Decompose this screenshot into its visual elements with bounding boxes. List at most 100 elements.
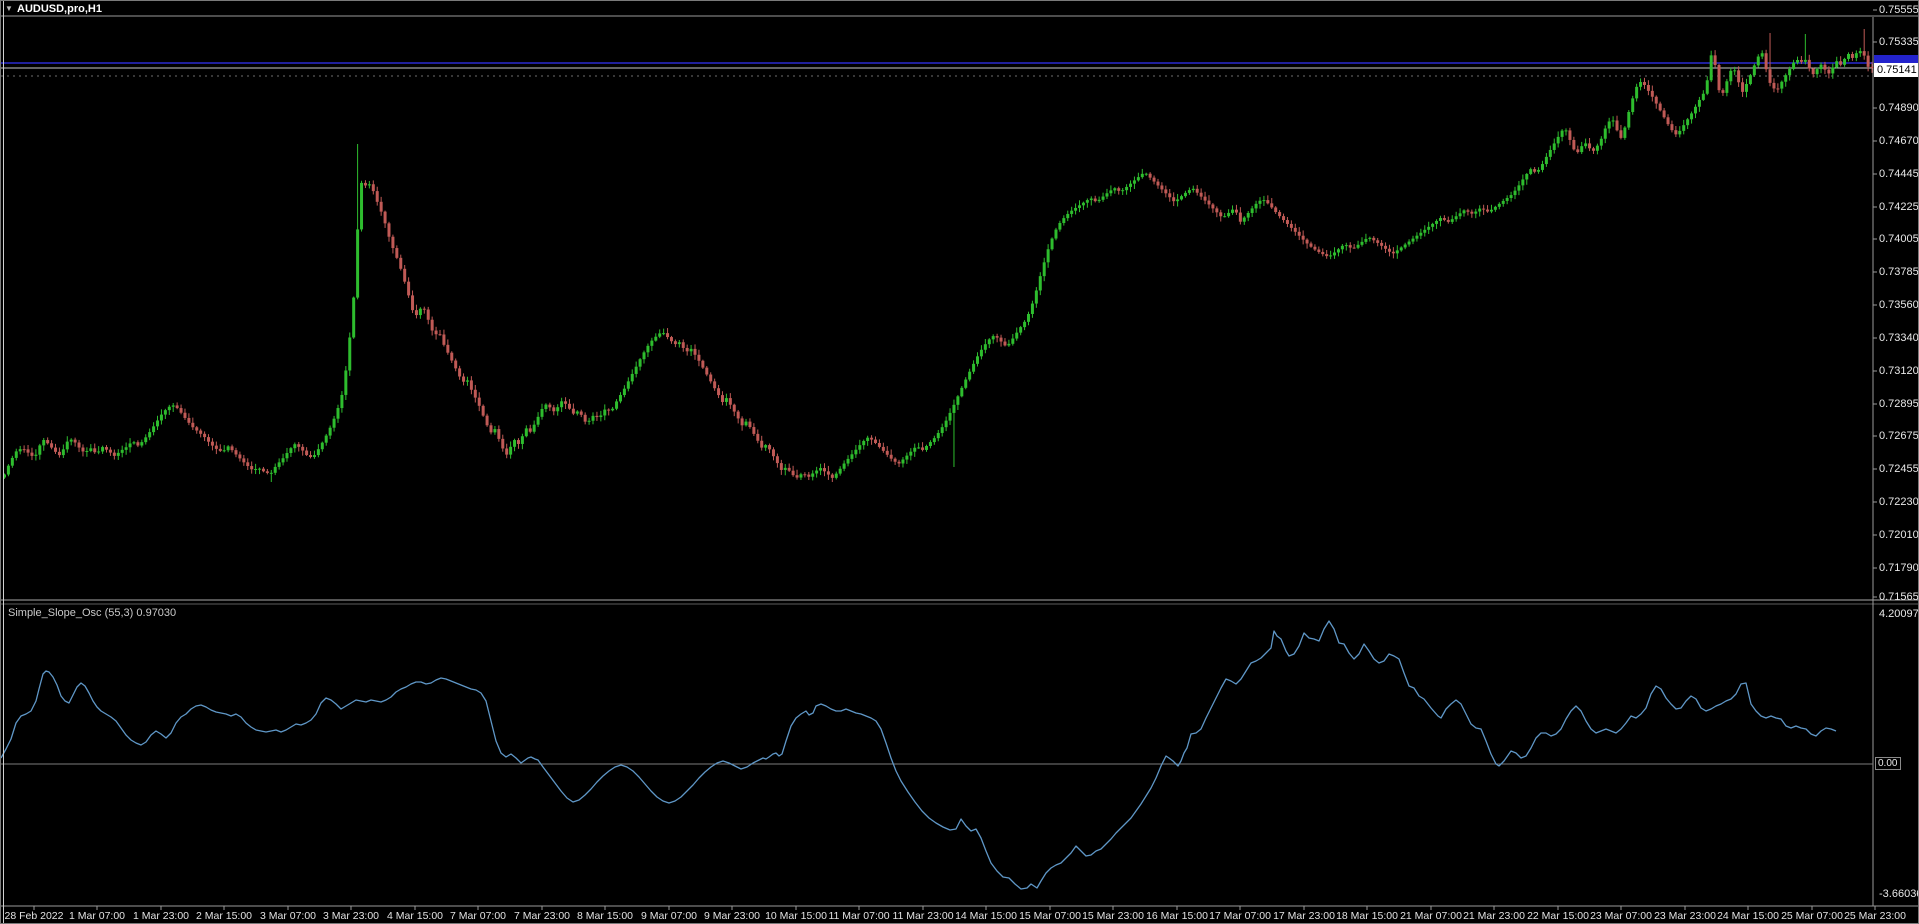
- candle-body: [1545, 157, 1548, 164]
- candle-body: [1294, 228, 1297, 232]
- candle-body: [1619, 130, 1622, 138]
- candle-body: [1364, 239, 1367, 242]
- candle-body: [588, 421, 591, 422]
- candle-body: [1655, 97, 1658, 104]
- candle-body: [19, 449, 22, 451]
- candle-body: [595, 416, 598, 417]
- candle-body: [874, 440, 877, 443]
- candle-body: [1054, 230, 1057, 239]
- candle-body: [1788, 69, 1791, 75]
- candle-body: [956, 396, 959, 405]
- candle-body: [1517, 185, 1520, 190]
- price-axis-label: 0.72895: [1879, 398, 1919, 410]
- candle-body: [1568, 130, 1571, 140]
- candle-body: [258, 469, 261, 470]
- time-axis-label: 11 Mar 23:00: [892, 910, 953, 922]
- candle-body: [929, 442, 932, 446]
- candle-body: [901, 460, 904, 464]
- candle-body: [1129, 184, 1132, 187]
- candle-body: [27, 449, 30, 452]
- candle-body: [686, 348, 689, 351]
- candle-body: [156, 420, 159, 426]
- candle-body: [894, 459, 897, 462]
- candle-body: [796, 475, 799, 477]
- candle-body: [1023, 322, 1026, 327]
- candle-body: [81, 448, 84, 452]
- candle-body: [117, 453, 120, 456]
- candle-body: [1706, 80, 1709, 93]
- candle-body: [1207, 201, 1210, 205]
- candle-body: [1592, 148, 1595, 150]
- candle-body: [1631, 98, 1634, 112]
- candle-body: [776, 456, 779, 463]
- candle-body: [1718, 65, 1721, 90]
- candle-body: [140, 442, 143, 445]
- candle-body: [745, 422, 748, 426]
- candle-body: [254, 469, 257, 470]
- candle-body: [945, 421, 948, 428]
- chevron-down-icon[interactable]: ▼: [5, 4, 13, 13]
- candle-body: [1702, 94, 1705, 100]
- candle-body: [1549, 150, 1552, 157]
- candle-body: [1647, 85, 1650, 91]
- oscillator-max-label: 4.20097: [1879, 608, 1919, 620]
- candle-body: [1286, 220, 1289, 224]
- candle-body: [1003, 342, 1006, 346]
- candle-body: [1714, 55, 1717, 65]
- candle-body: [572, 409, 575, 414]
- candle-body: [1863, 51, 1866, 55]
- candle-body: [1149, 174, 1152, 178]
- candle-body: [403, 269, 406, 282]
- candle-body: [407, 282, 410, 296]
- candle-body: [1827, 70, 1830, 74]
- candle-body: [195, 427, 198, 430]
- time-axis-label: 23 Mar 23:00: [1654, 910, 1716, 922]
- candle-body: [1051, 239, 1054, 250]
- time-axis-label: 21 Mar 23:00: [1463, 910, 1525, 922]
- candle-body: [1561, 131, 1564, 137]
- candle-body: [862, 441, 865, 445]
- candle-body: [238, 454, 241, 458]
- candle-body: [438, 334, 441, 335]
- candle-body: [976, 356, 979, 364]
- candle-body: [348, 337, 351, 370]
- candle-body: [1094, 199, 1097, 202]
- candle-body: [227, 446, 230, 450]
- candle-body: [1447, 220, 1450, 222]
- candle-body: [537, 417, 540, 425]
- candle-body: [748, 422, 751, 427]
- candle-body: [360, 183, 363, 229]
- candle-body: [1490, 210, 1493, 212]
- candle-body: [1404, 245, 1407, 248]
- candle-body: [1765, 53, 1768, 69]
- time-axis-label: 25 Mar 23:00: [1844, 910, 1906, 922]
- candle-body: [1196, 189, 1199, 193]
- candle-body: [46, 440, 49, 443]
- candle-body: [1062, 218, 1065, 223]
- candle-body: [164, 410, 167, 414]
- candle-body: [1156, 182, 1159, 186]
- candle-body: [231, 446, 234, 450]
- candle-body: [1223, 216, 1226, 217]
- candle-body: [387, 223, 390, 236]
- candle-body: [211, 442, 214, 446]
- candle-body: [274, 467, 277, 473]
- candle-body: [533, 425, 536, 432]
- candle-body: [835, 474, 838, 478]
- candle-body: [1070, 211, 1073, 214]
- candle-body: [756, 434, 759, 441]
- price-axis-label: 0.75555: [1879, 4, 1919, 16]
- candle-body: [113, 453, 116, 456]
- price-axis-label: 0.73560: [1879, 299, 1919, 311]
- candle-body: [1627, 112, 1630, 128]
- candle-body: [1502, 201, 1505, 204]
- candle-body: [807, 475, 810, 477]
- candle-body: [643, 352, 646, 359]
- chart-canvas[interactable]: [1, 1, 1919, 924]
- candle-body: [301, 447, 304, 451]
- candle-body: [1337, 249, 1340, 252]
- candle-body: [1804, 60, 1807, 62]
- candle-body: [811, 473, 814, 476]
- candle-body: [144, 437, 147, 442]
- candle-body: [1192, 189, 1195, 190]
